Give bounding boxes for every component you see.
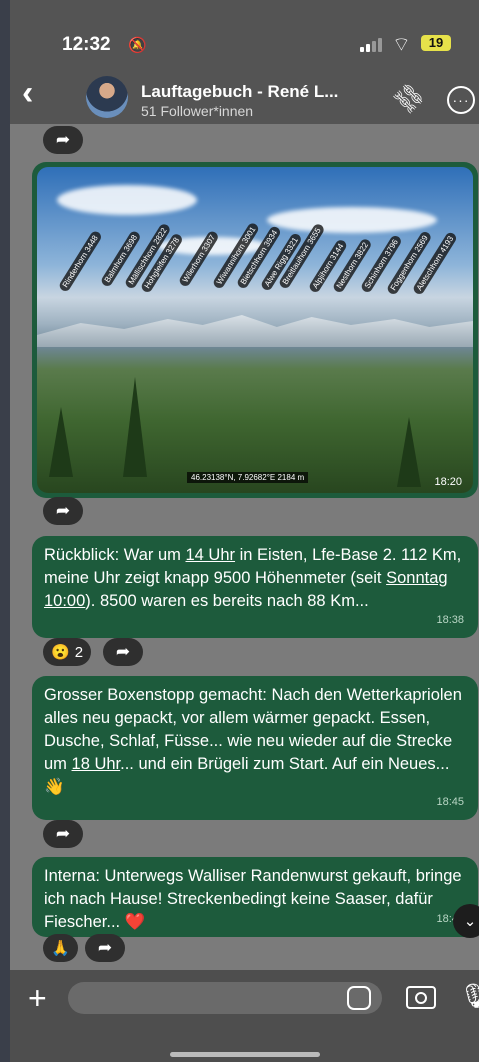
message-time: 18:20 — [434, 476, 462, 488]
forward-icon[interactable]: ➦ — [43, 126, 83, 154]
message-bubble[interactable]: Interna: Unterwegs Walliser Randenwurst … — [32, 857, 478, 937]
battery-icon: 19 — [421, 35, 451, 51]
reaction-count: 2 — [74, 643, 84, 661]
left-edge — [0, 0, 10, 1062]
input-bar: + 🎙 — [10, 970, 479, 1062]
camera-icon[interactable] — [406, 986, 436, 1009]
signal-icon — [360, 38, 382, 52]
forward-icon[interactable]: ➦ — [85, 934, 125, 962]
more-options-icon[interactable]: ··· — [447, 86, 475, 114]
message-bubble[interactable]: Rückblick: War um 14 Uhr in Eisten, Lfe-… — [32, 536, 478, 638]
forward-icon[interactable]: ➦ — [43, 497, 83, 525]
phone-screen: 12:32 🔕 ⌔ 19 ‹ Lauftagebuch - René L... … — [10, 0, 479, 1062]
chat-area[interactable]: ➦ Rinderhorn 3448 Balmhorn 3698 Hohgleif… — [10, 124, 479, 970]
back-icon[interactable]: ‹ — [22, 76, 33, 110]
message-time: 18:38 — [436, 614, 464, 626]
status-time: 12:32 — [62, 34, 111, 55]
time-link[interactable]: 14 Uhr — [186, 546, 236, 564]
bell-muted-icon: 🔕 — [128, 37, 147, 54]
link-icon[interactable]: ⛓ — [388, 77, 430, 119]
microphone-icon[interactable]: 🎙 — [459, 982, 479, 1011]
wifi-icon: ⌔ — [392, 34, 411, 56]
reaction-badge[interactable]: 😮 2 — [43, 638, 92, 666]
message-bubble[interactable]: Grosser Boxenstopp gemacht: Nach den Wet… — [32, 676, 478, 820]
channel-title[interactable]: Lauftagebuch - René L... — [141, 82, 338, 102]
photo-coordinates: 46.23138°N, 7.92682°E 2184 m — [187, 472, 309, 483]
scroll-down-icon[interactable]: ⌄ — [453, 904, 479, 938]
sticker-icon[interactable] — [347, 986, 371, 1010]
avatar[interactable] — [86, 76, 128, 118]
reaction-emoji: 🙏 — [51, 940, 70, 957]
peak-label: Rinderhorn 3448 — [57, 229, 103, 293]
forward-icon[interactable]: ➦ — [43, 820, 83, 848]
reaction-emoji: 😮 — [51, 644, 70, 661]
right-edge — [479, 0, 489, 1062]
photo-message[interactable]: Rinderhorn 3448 Balmhorn 3698 Hohgleifen… — [32, 162, 478, 498]
message-time: 18:45 — [436, 796, 464, 808]
follower-count: 51 Follower*innen — [141, 103, 254, 119]
reaction-badge[interactable]: 🙏 — [43, 934, 78, 962]
plus-icon[interactable]: + — [28, 980, 47, 1016]
mountain-photo[interactable]: Rinderhorn 3448 Balmhorn 3698 Hohgleifen… — [37, 167, 473, 493]
message-input[interactable] — [68, 982, 382, 1014]
forward-icon[interactable]: ➦ — [103, 638, 143, 666]
chat-header: 12:32 🔕 ⌔ 19 ‹ Lauftagebuch - René L... … — [10, 0, 479, 124]
time-link[interactable]: 18 Uhr — [72, 755, 121, 773]
home-indicator — [170, 1052, 320, 1057]
